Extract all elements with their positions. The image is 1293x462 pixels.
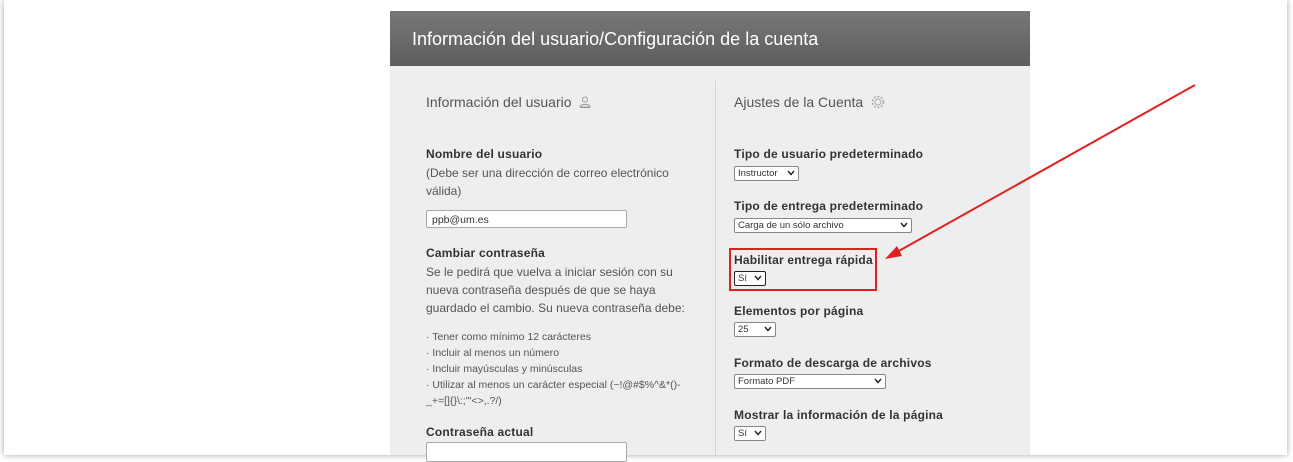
annotation-arrow bbox=[885, 84, 1196, 259]
